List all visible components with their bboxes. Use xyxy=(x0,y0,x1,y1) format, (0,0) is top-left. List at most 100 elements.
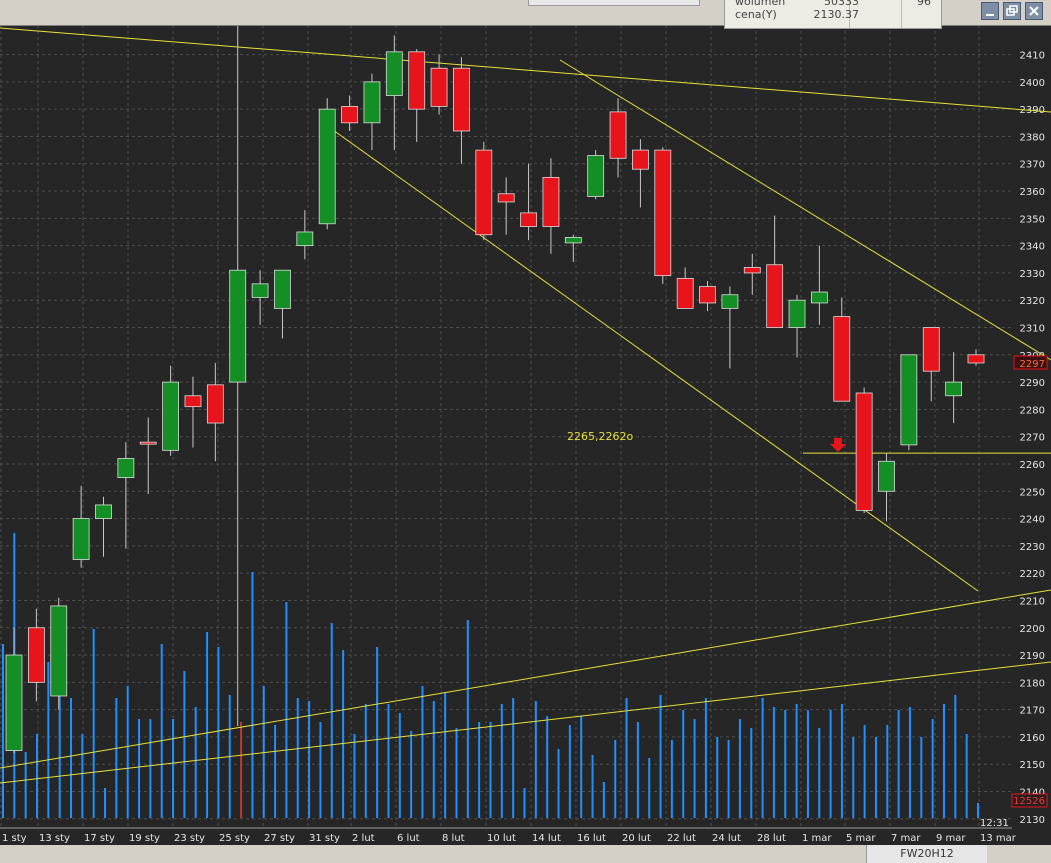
x-tick-label: 13 mar xyxy=(980,833,1017,844)
candlestick-chart[interactable]: 2130214021502160217021802190220022102220… xyxy=(0,0,1051,863)
candle-body xyxy=(251,283,269,298)
candle-body xyxy=(50,605,68,697)
x-tick-label: 31 sty xyxy=(309,833,340,844)
y-tick-label: 2130 xyxy=(1020,815,1045,826)
x-tick-label: 24 lut xyxy=(712,833,741,844)
x-tick-label: 7 mar xyxy=(891,833,921,844)
x-tick-label: 6 lut xyxy=(397,833,420,844)
x-tick-label: 13 sty xyxy=(39,833,70,844)
y-tick-label: 2290 xyxy=(1020,378,1045,389)
y-tick-label: 2400 xyxy=(1020,78,1045,89)
info-row-price: cena(Y) 2130.37 xyxy=(735,8,935,21)
candle-body xyxy=(363,81,381,124)
candle-body xyxy=(654,149,672,277)
time-label: 12:31 xyxy=(980,818,1009,829)
candle-body xyxy=(162,381,180,451)
info-value-volume: 50333 xyxy=(824,0,859,8)
window-bottom-bar: FW20H12 xyxy=(0,845,1051,863)
y-tick-label: 2380 xyxy=(1020,132,1045,143)
x-tick-label: 1 sty xyxy=(2,833,27,844)
candle-body xyxy=(855,392,873,511)
chart-area[interactable]: 2130 2140 2150 2160 2170 2180 2190 2200 2210 2220… xyxy=(0,0,1051,863)
toolbar-slot xyxy=(528,0,700,6)
candle-body xyxy=(520,212,537,227)
candle-body xyxy=(27,627,45,683)
candle-body xyxy=(743,267,761,274)
x-tick-label: 8 lut xyxy=(442,833,465,844)
y-tick-label: 2360 xyxy=(1020,187,1045,198)
x-tick-label: 28 lut xyxy=(757,833,786,844)
candle-body xyxy=(95,504,112,519)
y-tick-label: 2260 xyxy=(1020,460,1045,471)
x-tick-label: 23 sty xyxy=(174,833,205,844)
y-tick-label: 2230 xyxy=(1020,542,1045,553)
close-icon xyxy=(1029,6,1039,16)
candle-body xyxy=(117,458,135,479)
restore-button[interactable] xyxy=(1003,2,1021,20)
x-tick-label: 10 lut xyxy=(487,833,516,844)
candle-body xyxy=(453,67,470,132)
x-tick-label: 2 lut xyxy=(352,833,375,844)
annotation-label: 2265,2262o xyxy=(567,430,633,443)
y-tick-label: 2240 xyxy=(1020,515,1045,526)
x-tick-label: 20 lut xyxy=(622,833,651,844)
x-tick-label: 25 sty xyxy=(219,833,250,844)
info-label-volume: wolumen xyxy=(735,0,786,8)
candle-body xyxy=(766,264,784,328)
y-tick-label: 2170 xyxy=(1020,706,1045,717)
candle-body xyxy=(564,237,582,244)
candle-body xyxy=(139,441,157,445)
y-tick-label: 2210 xyxy=(1020,596,1045,607)
y-tick-label: 2200 xyxy=(1020,624,1045,635)
x-tick-label: 5 mar xyxy=(846,833,876,844)
info-value-price: 2130.37 xyxy=(813,8,860,21)
info-box: wolumen 50333 96 cena(Y) 2130.37 xyxy=(724,0,942,29)
x-tick-label: 17 sty xyxy=(84,833,115,844)
candle-body xyxy=(676,277,694,309)
candle-body xyxy=(609,111,627,159)
candle-body xyxy=(430,67,448,107)
y-tick-label: 2340 xyxy=(1020,242,1045,253)
y-tick-label: 2250 xyxy=(1020,487,1045,498)
x-tick-label: 16 lut xyxy=(577,833,606,844)
x-tick-label: 9 mar xyxy=(936,833,966,844)
candle-body xyxy=(475,149,493,236)
candle-body xyxy=(408,51,426,110)
instrument-tab[interactable]: FW20H12 xyxy=(866,845,987,863)
candle-body xyxy=(274,269,291,309)
candle-body xyxy=(810,291,828,304)
info-label-price: cena(Y) xyxy=(735,8,777,21)
info-row-volume: wolumen 50333 96 xyxy=(735,0,935,8)
candle-body xyxy=(945,381,963,397)
candle-body xyxy=(184,395,202,408)
y-tick-label: 2160 xyxy=(1020,733,1045,744)
candle-body xyxy=(878,460,895,492)
candle-body xyxy=(788,299,806,328)
candle-body xyxy=(721,294,739,309)
y-tick-label: 2310 xyxy=(1020,324,1045,335)
candle-body xyxy=(900,354,918,446)
y-tick-label: 2320 xyxy=(1020,296,1045,307)
x-tick-label: 19 sty xyxy=(129,833,160,844)
y-tick-label: 2190 xyxy=(1020,651,1045,662)
price-label: 2297 xyxy=(1020,359,1045,370)
y-tick-label: 2330 xyxy=(1020,269,1045,280)
candle-body xyxy=(699,286,716,304)
y-tick-label: 2270 xyxy=(1020,433,1045,444)
y-tick-label: 2180 xyxy=(1020,678,1045,689)
y-tick-label: 2410 xyxy=(1020,51,1045,62)
candle-body xyxy=(5,654,23,751)
minimize-button[interactable] xyxy=(981,2,999,20)
candle-body xyxy=(341,106,358,124)
candle-body xyxy=(385,51,403,96)
candle-body xyxy=(497,193,515,203)
candle-body xyxy=(296,231,314,247)
y-tick-label: 2370 xyxy=(1020,160,1045,171)
x-tick-label: 22 lut xyxy=(667,833,696,844)
y-tick-label: 2350 xyxy=(1020,214,1045,225)
minimize-icon xyxy=(986,14,994,16)
candle-body xyxy=(229,269,247,383)
candle-body xyxy=(72,518,90,560)
restore-icon xyxy=(1006,5,1018,16)
close-button[interactable] xyxy=(1025,2,1043,20)
